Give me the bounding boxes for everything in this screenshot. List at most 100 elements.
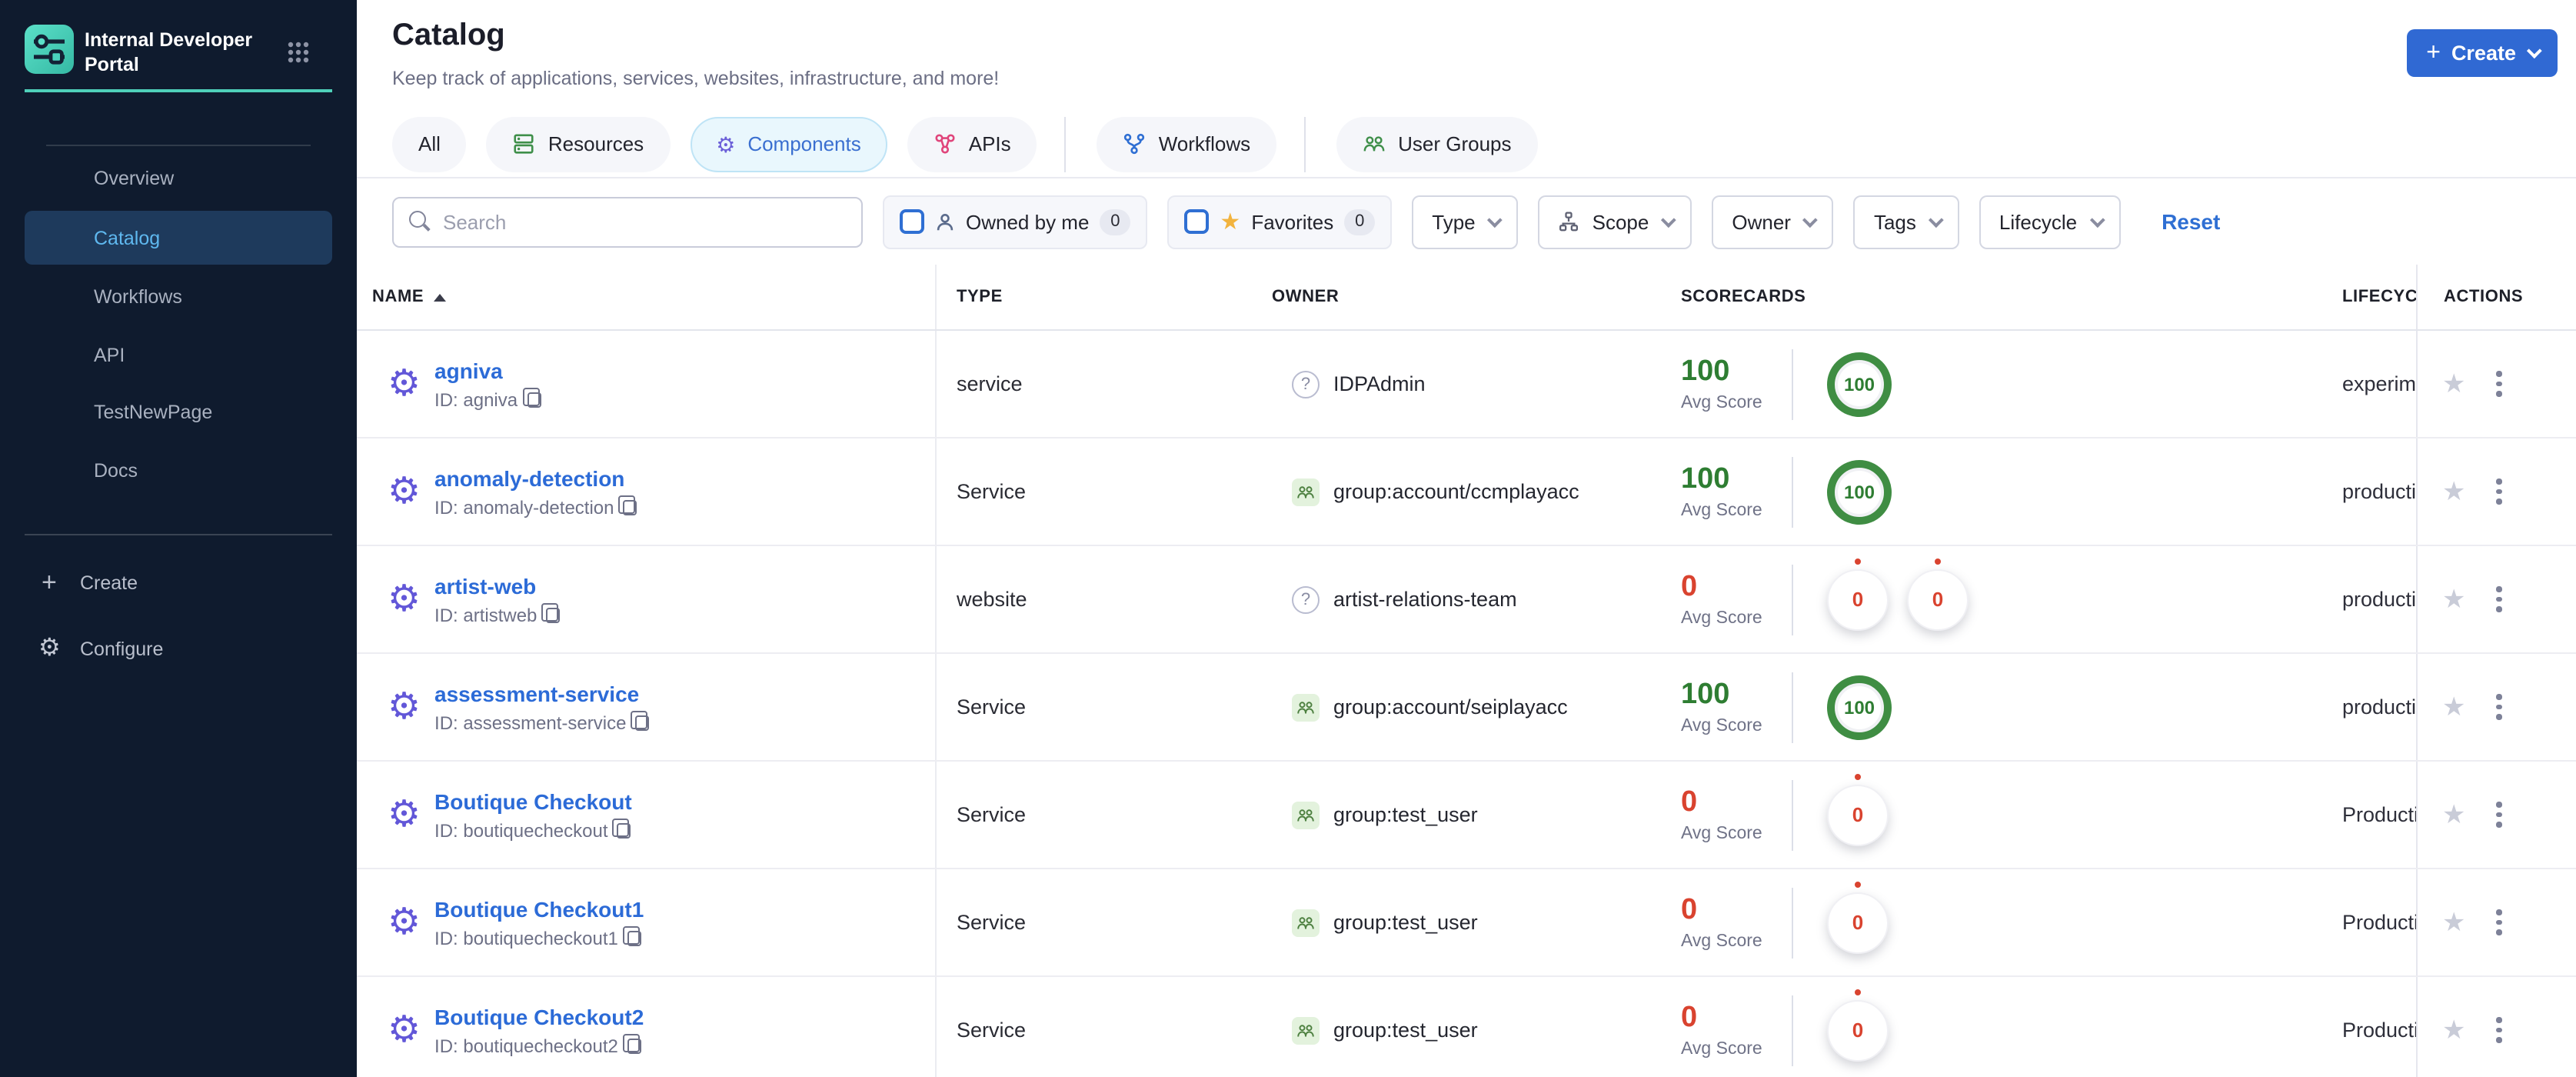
entity-lifecycle: Production bbox=[2342, 1019, 2416, 1042]
favorite-star-icon[interactable]: ★ bbox=[2442, 909, 2466, 935]
favorite-star-icon[interactable]: ★ bbox=[2442, 371, 2466, 397]
copy-icon[interactable] bbox=[622, 925, 641, 945]
create-button[interactable]: + Create bbox=[2406, 29, 2558, 77]
kebab-menu-icon[interactable] bbox=[2496, 478, 2502, 505]
tags-dropdown[interactable]: Tags bbox=[1853, 195, 1959, 248]
scorecard-ring[interactable]: 0 bbox=[1907, 558, 1969, 630]
sidebar-item-workflows[interactable]: Workflows bbox=[0, 285, 357, 309]
sidebar-item-label: Catalog bbox=[94, 227, 161, 248]
favorite-star-icon[interactable]: ★ bbox=[2442, 802, 2466, 828]
scope-dropdown[interactable]: Scope bbox=[1538, 195, 1692, 248]
owned-by-me-filter[interactable]: Owned by me 0 bbox=[883, 195, 1148, 248]
scorecard-ring[interactable]: 100 bbox=[1827, 352, 1892, 416]
group-icon bbox=[1292, 801, 1320, 829]
favorites-checkbox[interactable] bbox=[1184, 209, 1210, 234]
avg-score-label: Avg Score bbox=[1681, 394, 1762, 412]
avg-score-label: Avg Score bbox=[1681, 717, 1762, 735]
entity-link[interactable]: Boutique Checkout1 bbox=[434, 896, 644, 921]
scorecard-ring[interactable]: 0 bbox=[1827, 989, 1889, 1061]
search-box bbox=[392, 196, 863, 247]
kebab-menu-icon[interactable] bbox=[2496, 1017, 2502, 1043]
tab-apis[interactable]: APIs bbox=[907, 116, 1037, 172]
tab-user-groups[interactable]: User Groups bbox=[1336, 116, 1538, 172]
tab-workflows[interactable]: Workflows bbox=[1097, 116, 1277, 172]
entity-id: ID: agniva bbox=[434, 388, 518, 410]
entity-owner: group:test_user bbox=[1272, 762, 1681, 868]
search-input[interactable] bbox=[394, 198, 861, 245]
row-actions: ★ bbox=[2416, 869, 2576, 975]
main-content: Catalog Keep track of applications, serv… bbox=[357, 0, 2576, 1077]
entity-link[interactable]: agniva bbox=[434, 358, 541, 382]
chevron-down-icon bbox=[2526, 43, 2542, 59]
sidebar-item-docs[interactable]: Docs bbox=[0, 458, 357, 483]
lifecycle-dropdown[interactable]: Lifecycle bbox=[1979, 195, 2121, 248]
scorecard-ring[interactable]: 0 bbox=[1827, 558, 1889, 630]
tab-components[interactable]: ⚙ Components bbox=[690, 116, 887, 172]
entity-link[interactable]: artist-web bbox=[434, 573, 560, 598]
entity-link[interactable]: assessment-service bbox=[434, 681, 649, 705]
chevron-down-icon bbox=[1802, 212, 1819, 228]
avg-score-label: Avg Score bbox=[1681, 502, 1762, 520]
owned-by-me-checkbox[interactable] bbox=[900, 209, 924, 234]
component-gear-icon: ⚙ bbox=[388, 470, 421, 512]
sidebar-item-api[interactable]: API bbox=[0, 343, 357, 368]
tab-all[interactable]: All bbox=[392, 116, 467, 172]
owner-dropdown[interactable]: Owner bbox=[1712, 195, 1834, 248]
score-divider bbox=[1792, 564, 1793, 635]
entity-link[interactable]: anomaly-detection bbox=[434, 465, 637, 490]
entity-type: Service bbox=[957, 1019, 1027, 1042]
row-actions: ★ bbox=[2416, 546, 2576, 652]
copy-icon[interactable] bbox=[541, 602, 561, 622]
entity-name-cell: ⚙ agniva ID: agniva bbox=[357, 331, 937, 437]
entity-link[interactable]: Boutique Checkout2 bbox=[434, 1004, 644, 1029]
score-divider bbox=[1792, 348, 1793, 419]
copy-icon[interactable] bbox=[622, 1033, 641, 1053]
copy-icon[interactable] bbox=[631, 710, 650, 730]
entity-owner: ? IDPAdmin bbox=[1272, 331, 1681, 437]
reset-filters-button[interactable]: Reset bbox=[2162, 209, 2220, 234]
tab-resources[interactable]: Resources bbox=[486, 116, 671, 172]
scope-hierarchy-icon bbox=[1559, 212, 1579, 232]
kebab-menu-icon[interactable] bbox=[2496, 694, 2502, 720]
sidebar-item-catalog[interactable]: Catalog bbox=[25, 211, 332, 265]
group-icon bbox=[1292, 478, 1320, 505]
column-header-name[interactable]: NAME bbox=[357, 265, 937, 329]
entity-id: ID: anomaly-detection bbox=[434, 496, 614, 518]
avg-score-label: Avg Score bbox=[1681, 932, 1762, 951]
avg-score-value: 0 bbox=[1681, 894, 1698, 926]
kebab-menu-icon[interactable] bbox=[2496, 909, 2502, 935]
scorecard-ring[interactable]: 0 bbox=[1827, 881, 1889, 953]
entity-type: Service bbox=[957, 480, 1027, 503]
scorecard-ring[interactable]: 100 bbox=[1827, 459, 1892, 524]
table-header: NAME TYPE OWNER SCORECARDS LIFECYCLE ACT… bbox=[357, 265, 2576, 331]
copy-icon[interactable] bbox=[618, 495, 637, 515]
app-grid-icon[interactable] bbox=[286, 40, 311, 65]
favorite-star-icon[interactable]: ★ bbox=[2442, 586, 2466, 612]
component-gear-icon: ⚙ bbox=[388, 685, 421, 727]
entity-name-cell: ⚙ Boutique Checkout ID: boutiquecheckout bbox=[357, 762, 937, 868]
sidebar-create-button[interactable]: + Create bbox=[0, 569, 357, 595]
avg-score-label: Avg Score bbox=[1681, 825, 1762, 843]
favorite-star-icon[interactable]: ★ bbox=[2442, 1017, 2466, 1043]
table-row: ⚙ Boutique Checkout2 ID: boutiquecheckou… bbox=[357, 977, 2576, 1077]
favorite-star-icon[interactable]: ★ bbox=[2442, 478, 2466, 505]
sidebar-item-overview[interactable]: Overview bbox=[0, 166, 357, 191]
entity-link[interactable]: Boutique Checkout bbox=[434, 789, 632, 813]
kebab-menu-icon[interactable] bbox=[2496, 371, 2502, 397]
copy-icon[interactable] bbox=[612, 818, 631, 838]
type-dropdown[interactable]: Type bbox=[1412, 195, 1519, 248]
copy-icon[interactable] bbox=[522, 387, 541, 407]
scorecard-ring[interactable]: 100 bbox=[1827, 675, 1892, 739]
scorecards-cell: 100 Avg Score 100 bbox=[1681, 654, 2342, 760]
favorites-filter[interactable]: ★ Favorites 0 bbox=[1167, 195, 1393, 248]
sidebar-item-testnewpage[interactable]: TestNewPage bbox=[0, 400, 357, 425]
plus-icon: + bbox=[42, 568, 57, 597]
scorecard-ring[interactable]: 0 bbox=[1827, 773, 1889, 845]
favorite-star-icon[interactable]: ★ bbox=[2442, 694, 2466, 720]
kebab-menu-icon[interactable] bbox=[2496, 586, 2502, 612]
component-gear-icon: ⚙ bbox=[388, 793, 421, 835]
entity-type: Service bbox=[957, 695, 1027, 719]
scorecards-cell: 100 Avg Score 100 bbox=[1681, 331, 2342, 437]
kebab-menu-icon[interactable] bbox=[2496, 802, 2502, 828]
sidebar-configure-button[interactable]: ⚙ Configure bbox=[0, 635, 357, 662]
